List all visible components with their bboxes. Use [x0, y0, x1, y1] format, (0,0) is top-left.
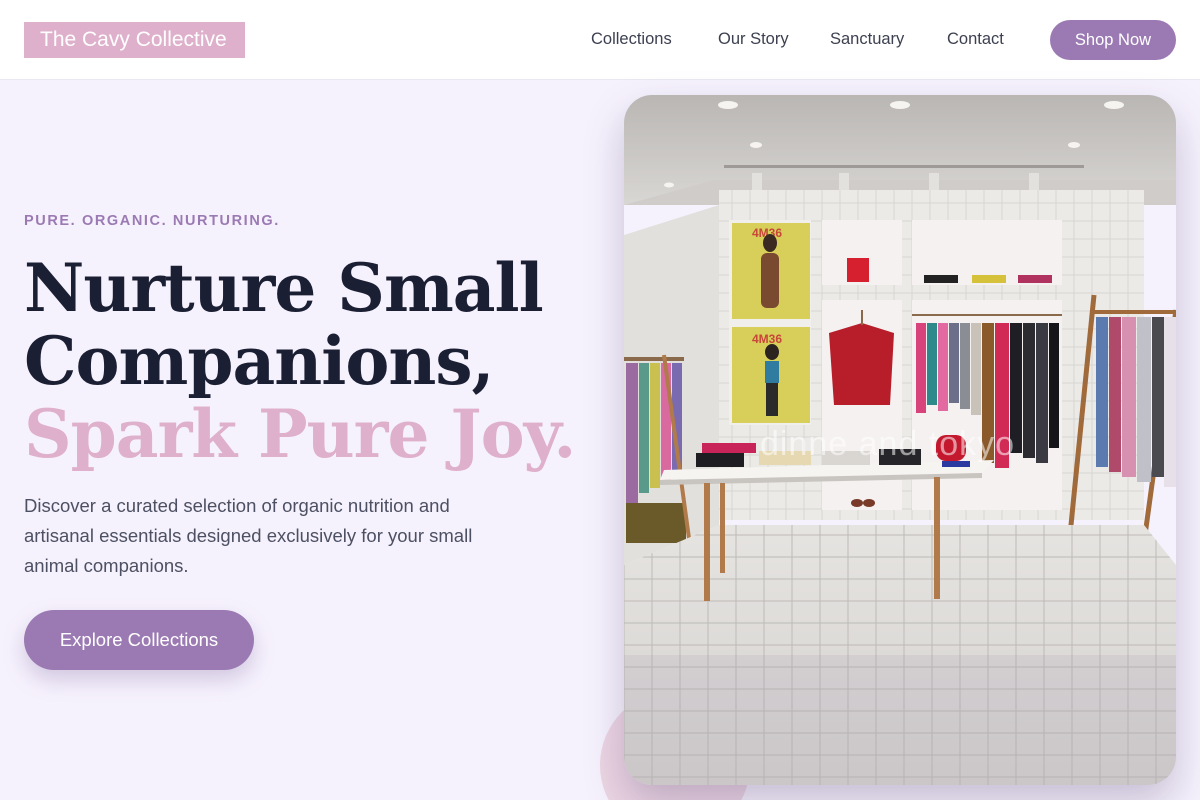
nav-sanctuary[interactable]: Sanctuary	[830, 29, 904, 49]
poster-label-2: 4M36	[752, 332, 782, 346]
explore-collections-button[interactable]: Explore Collections	[24, 610, 254, 670]
image-watermark: dinne and tokyo	[760, 425, 1016, 463]
hero-description: Discover a curated selection of organic …	[24, 495, 473, 576]
shop-now-button[interactable]: Shop Now	[1050, 20, 1176, 60]
site-header: The Cavy Collective Collections Our Stor…	[0, 0, 1200, 80]
nav-contact[interactable]: Contact	[947, 29, 1004, 49]
headline-accent: Spark Pure Joy.	[24, 395, 576, 473]
nav-our-story[interactable]: Our Story	[718, 29, 789, 49]
nav-collections[interactable]: Collections	[591, 29, 672, 49]
headline-line-2: Companions,	[24, 322, 495, 400]
hero-eyebrow: PURE. ORGANIC. NURTURING.	[24, 213, 280, 229]
hero-store-image: 4M36 4M36 dinne and tokyo	[624, 95, 1176, 785]
hero-headline: Nurture Small Companions, Spark Pure Joy…	[24, 249, 576, 473]
brand-logo[interactable]: The Cavy Collective	[24, 22, 245, 58]
headline-line-1: Nurture Small	[24, 249, 544, 327]
